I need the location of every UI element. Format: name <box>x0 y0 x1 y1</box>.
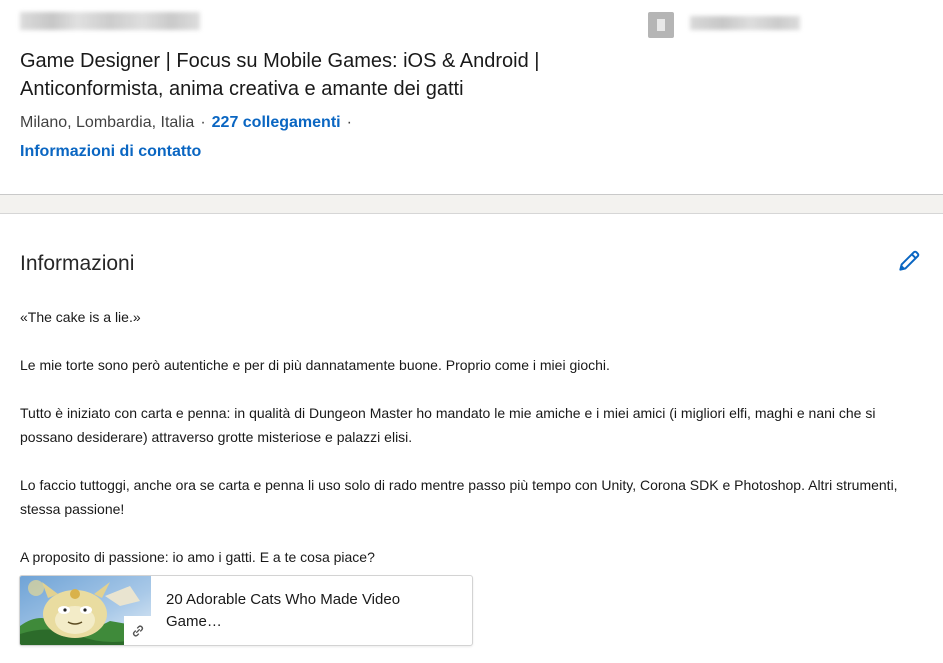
link-icon <box>124 616 151 645</box>
about-paragraph: Lo faccio tuttoggi, anche ora se carta e… <box>20 477 898 517</box>
pencil-icon[interactable] <box>896 248 922 274</box>
about-paragraph: A proposito di passione: io amo i gatti.… <box>20 549 375 565</box>
location-row: Milano, Lombardia, Italia · 227 collegamen… <box>20 112 358 134</box>
profile-headline: Game Designer | Focus su Mobile Games: i… <box>20 50 540 100</box>
separator-dot: · <box>200 114 206 131</box>
about-section: Informazioni «The cake is a lie.» Le mie… <box>0 213 943 663</box>
building-icon <box>648 12 674 38</box>
about-paragraph: «The cake is a lie.» <box>20 309 141 325</box>
connections-link[interactable]: 227 collegamenti <box>212 114 341 131</box>
about-text: «The cake is a lie.» Le mie torte sono p… <box>20 305 925 593</box>
featured-media-card[interactable]: 20 Adorable Cats Who Made Video Game… <box>19 575 473 646</box>
about-paragraph: Tutto è iniziato con carta e penna: in q… <box>20 405 876 445</box>
about-title: Informazioni <box>20 252 135 275</box>
about-paragraph: Le mie torte sono però autentiche e per … <box>20 357 610 373</box>
separator-dot: · <box>346 114 352 131</box>
profile-name-redacted <box>20 12 200 30</box>
profile-top-card: Game Designer | Focus su Mobile Games: i… <box>0 0 943 195</box>
company-name-redacted[interactable] <box>690 16 800 30</box>
profile-location: Milano, Lombardia, Italia <box>20 114 195 131</box>
media-title[interactable]: 20 Adorable Cats Who Made Video Game… <box>166 589 456 633</box>
contact-info-link[interactable]: Informazioni di contatto <box>20 141 201 163</box>
